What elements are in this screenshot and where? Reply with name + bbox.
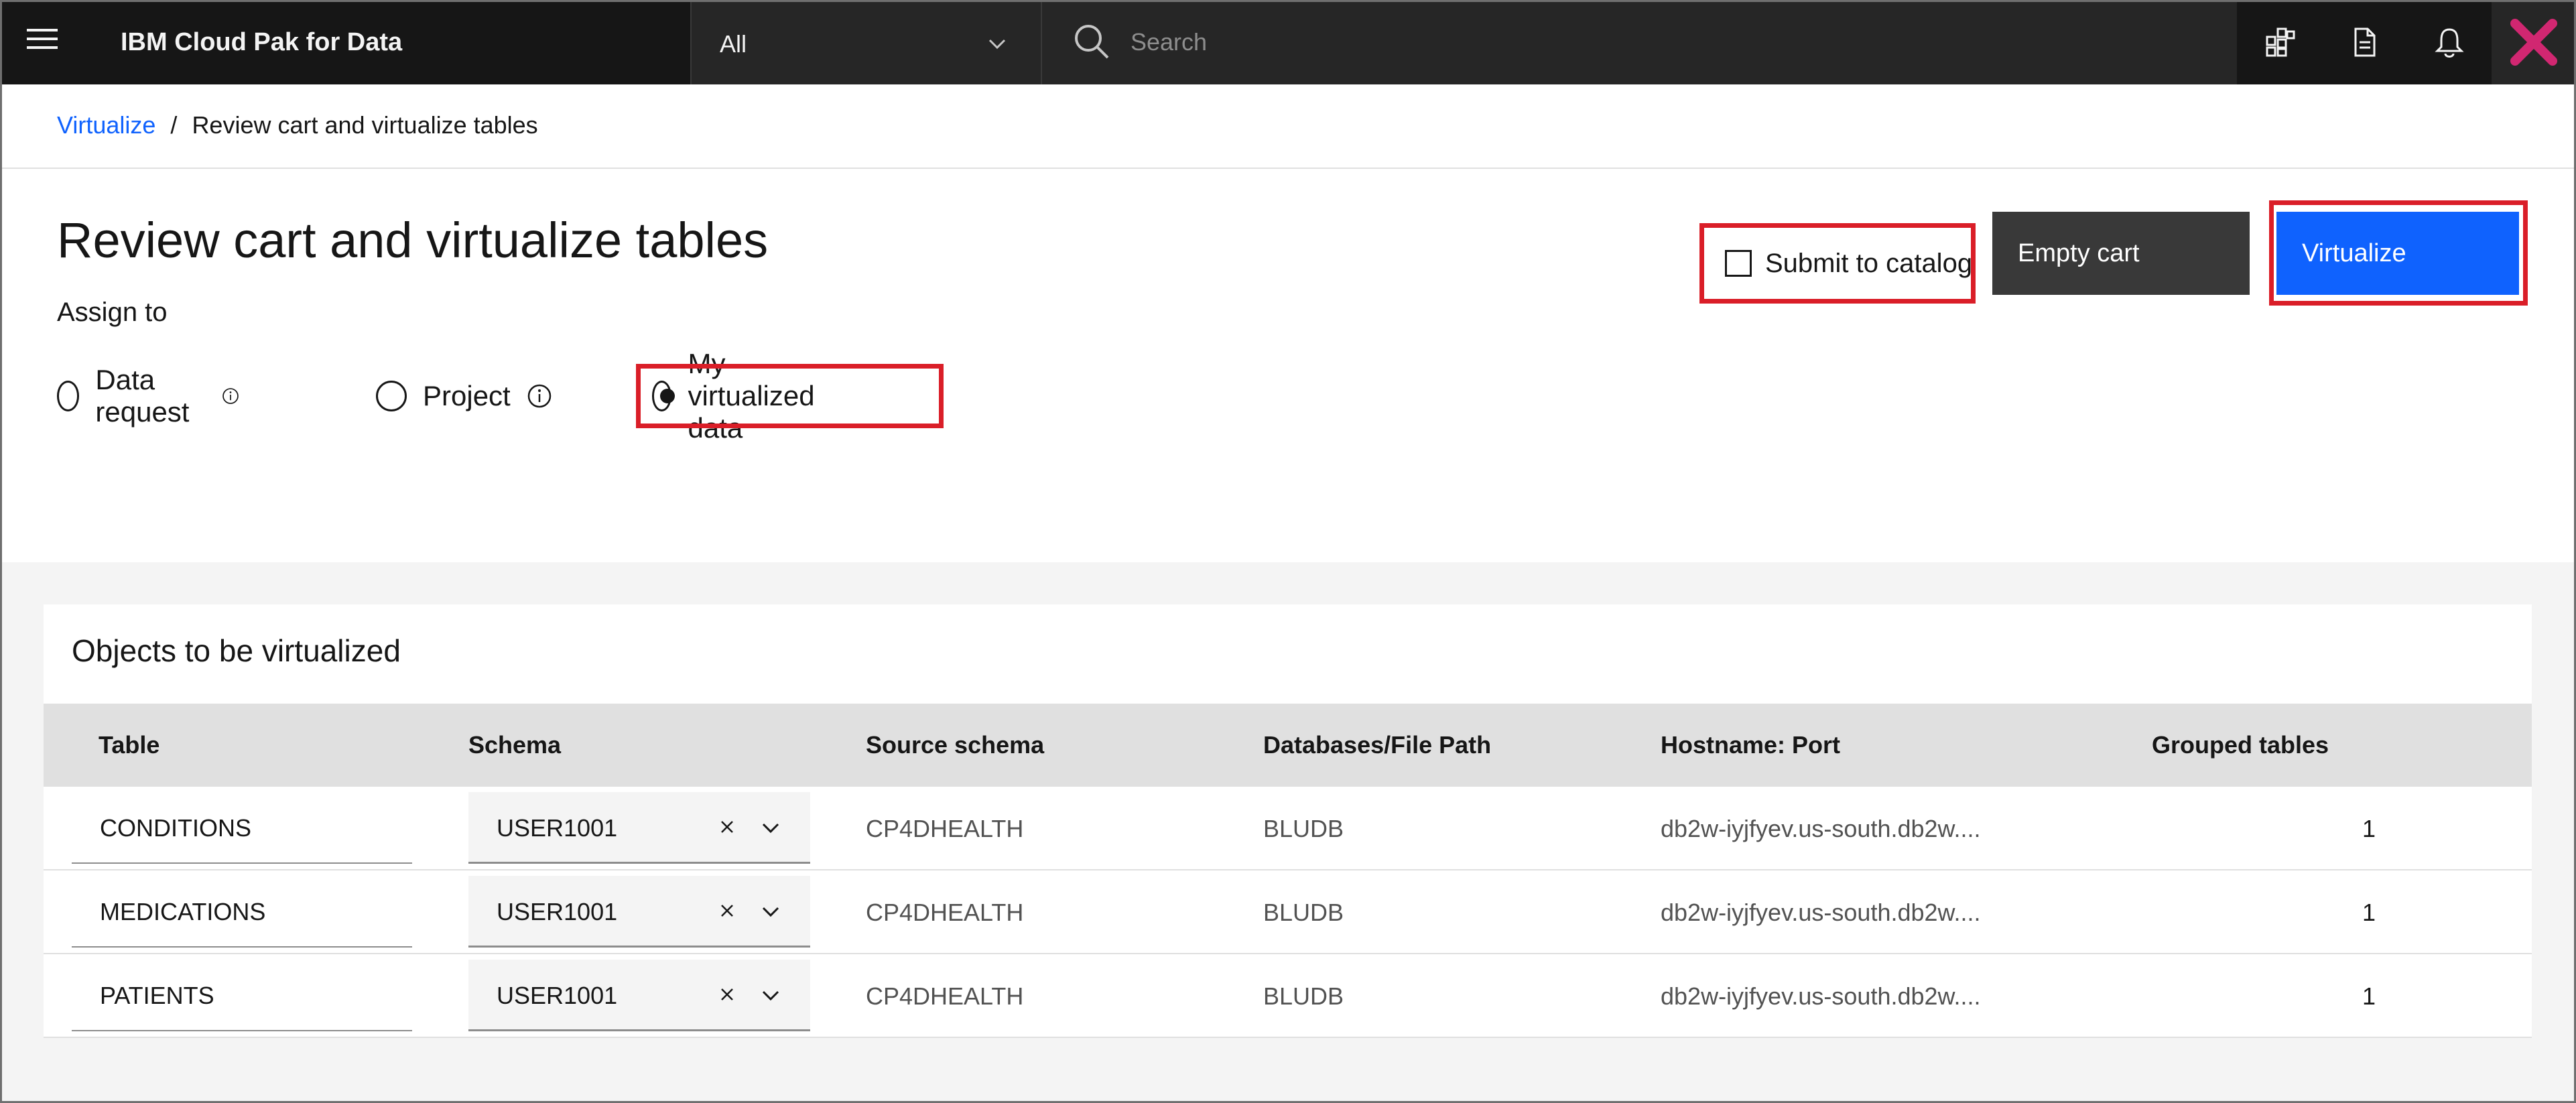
radio-circle	[376, 381, 407, 411]
table-name-value: PATIENTS	[100, 982, 214, 1009]
notification-bell-icon	[2435, 28, 2464, 58]
schema-value: USER1001	[497, 814, 618, 842]
notifications-button[interactable]	[2407, 0, 2492, 84]
breadcrumb-current: Review cart and virtualize tables	[192, 111, 538, 139]
clear-icon[interactable]	[716, 984, 738, 1005]
page-title: Review cart and virtualize tables	[57, 212, 769, 268]
search-input[interactable]	[1129, 20, 2134, 64]
document-icon	[2354, 27, 2376, 57]
column-header-table: Table	[99, 731, 160, 759]
column-header-databases: Databases/File Path	[1263, 731, 1492, 759]
user-avatar[interactable]	[2492, 0, 2576, 84]
page-header: Virtualize / Review cart and virtualize ta…	[0, 84, 2576, 562]
grouped-tables-cell: 1	[2362, 815, 2376, 842]
top-navigation-bar: IBM Cloud Pak for Data All	[0, 0, 2576, 84]
schema-value: USER1001	[497, 982, 618, 1009]
table-name-input[interactable]: PATIENTS	[72, 960, 412, 1031]
source-schema-cell: CP4DHEALTH	[866, 899, 1024, 926]
schema-combobox[interactable]: USER1001	[468, 960, 810, 1031]
search-icon[interactable]	[1070, 20, 1113, 63]
column-header-source-schema: Source schema	[866, 731, 1045, 759]
table-header-row: Table Schema Source schema Databases/Fil…	[44, 704, 2532, 787]
column-header-schema: Schema	[468, 731, 562, 759]
source-schema-cell: CP4DHEALTH	[866, 982, 1024, 1010]
highlight-box	[636, 364, 944, 428]
radio-data-request[interactable]: Data request	[57, 364, 239, 428]
info-icon[interactable]	[527, 383, 552, 409]
schema-value: USER1001	[497, 898, 618, 925]
column-header-hostname: Hostname: Port	[1661, 731, 1841, 759]
catalog-icon	[2266, 27, 2295, 57]
radio-project[interactable]: Project	[376, 369, 552, 423]
divider	[0, 168, 2576, 169]
table-name-value: CONDITIONS	[100, 814, 252, 842]
scope-dropdown[interactable]: All	[690, 0, 1041, 84]
highlight-box	[2269, 200, 2528, 306]
hostname-cell: db2w-iyjfyev.us-south.db2w....	[1661, 899, 1981, 926]
chevron-down-icon[interactable]	[761, 818, 781, 838]
grouped-tables-cell: 1	[2362, 982, 2376, 1010]
hamburger-menu-icon[interactable]	[27, 29, 58, 56]
clear-icon[interactable]	[716, 900, 738, 921]
empty-cart-button[interactable]: Empty cart	[1992, 212, 2250, 295]
user-avatar-icon	[2510, 19, 2557, 66]
radio-label: Data request	[95, 364, 190, 428]
grouped-tables-cell: 1	[2362, 899, 2376, 926]
table-title: Objects to be virtualized	[72, 633, 401, 668]
chevron-down-icon[interactable]	[761, 985, 781, 1005]
breadcrumb: Virtualize / Review cart and virtualize ta…	[57, 111, 538, 139]
database-cell: BLUDB	[1263, 899, 1344, 926]
assign-to-label: Assign to	[57, 298, 168, 327]
table-name-input[interactable]: CONDITIONS	[72, 792, 412, 864]
info-icon[interactable]	[222, 383, 239, 409]
table-row: CONDITIONS USER1001 CP4DHEALTH BLUDB db2…	[44, 787, 2532, 870]
scope-dropdown-value: All	[720, 30, 747, 58]
table-name-value: MEDICATIONS	[100, 898, 266, 925]
hostname-cell: db2w-iyjfyev.us-south.db2w....	[1661, 982, 1981, 1010]
breadcrumb-separator: /	[170, 111, 178, 139]
schema-combobox[interactable]: USER1001	[468, 792, 810, 864]
highlight-box	[1699, 223, 1976, 304]
source-schema-cell: CP4DHEALTH	[866, 815, 1024, 842]
hostname-cell: db2w-iyjfyev.us-south.db2w....	[1661, 815, 1981, 842]
table-row: MEDICATIONS USER1001 CP4DHEALTH BLUDB db…	[44, 870, 2532, 954]
product-name[interactable]: IBM Cloud Pak for Data	[121, 0, 402, 84]
chevron-down-icon	[988, 39, 1006, 50]
chevron-down-icon[interactable]	[761, 901, 781, 921]
column-header-grouped-tables: Grouped tables	[2152, 731, 2329, 759]
database-cell: BLUDB	[1263, 815, 1344, 842]
objects-table-card: Objects to be virtualized Table Schema S…	[44, 604, 2532, 1038]
breadcrumb-link-virtualize[interactable]: Virtualize	[57, 111, 155, 139]
schema-combobox[interactable]: USER1001	[468, 876, 810, 948]
database-cell: BLUDB	[1263, 982, 1344, 1010]
table-name-input[interactable]: MEDICATIONS	[72, 876, 412, 948]
table-row: PATIENTS USER1001 CP4DHEALTH BLUDB db2w-…	[44, 954, 2532, 1038]
documentation-button[interactable]	[2323, 0, 2407, 84]
clear-icon[interactable]	[716, 816, 738, 838]
radio-label: Project	[423, 380, 511, 411]
global-search	[1041, 0, 2237, 84]
catalog-button[interactable]	[2238, 0, 2323, 84]
radio-circle	[57, 381, 80, 411]
